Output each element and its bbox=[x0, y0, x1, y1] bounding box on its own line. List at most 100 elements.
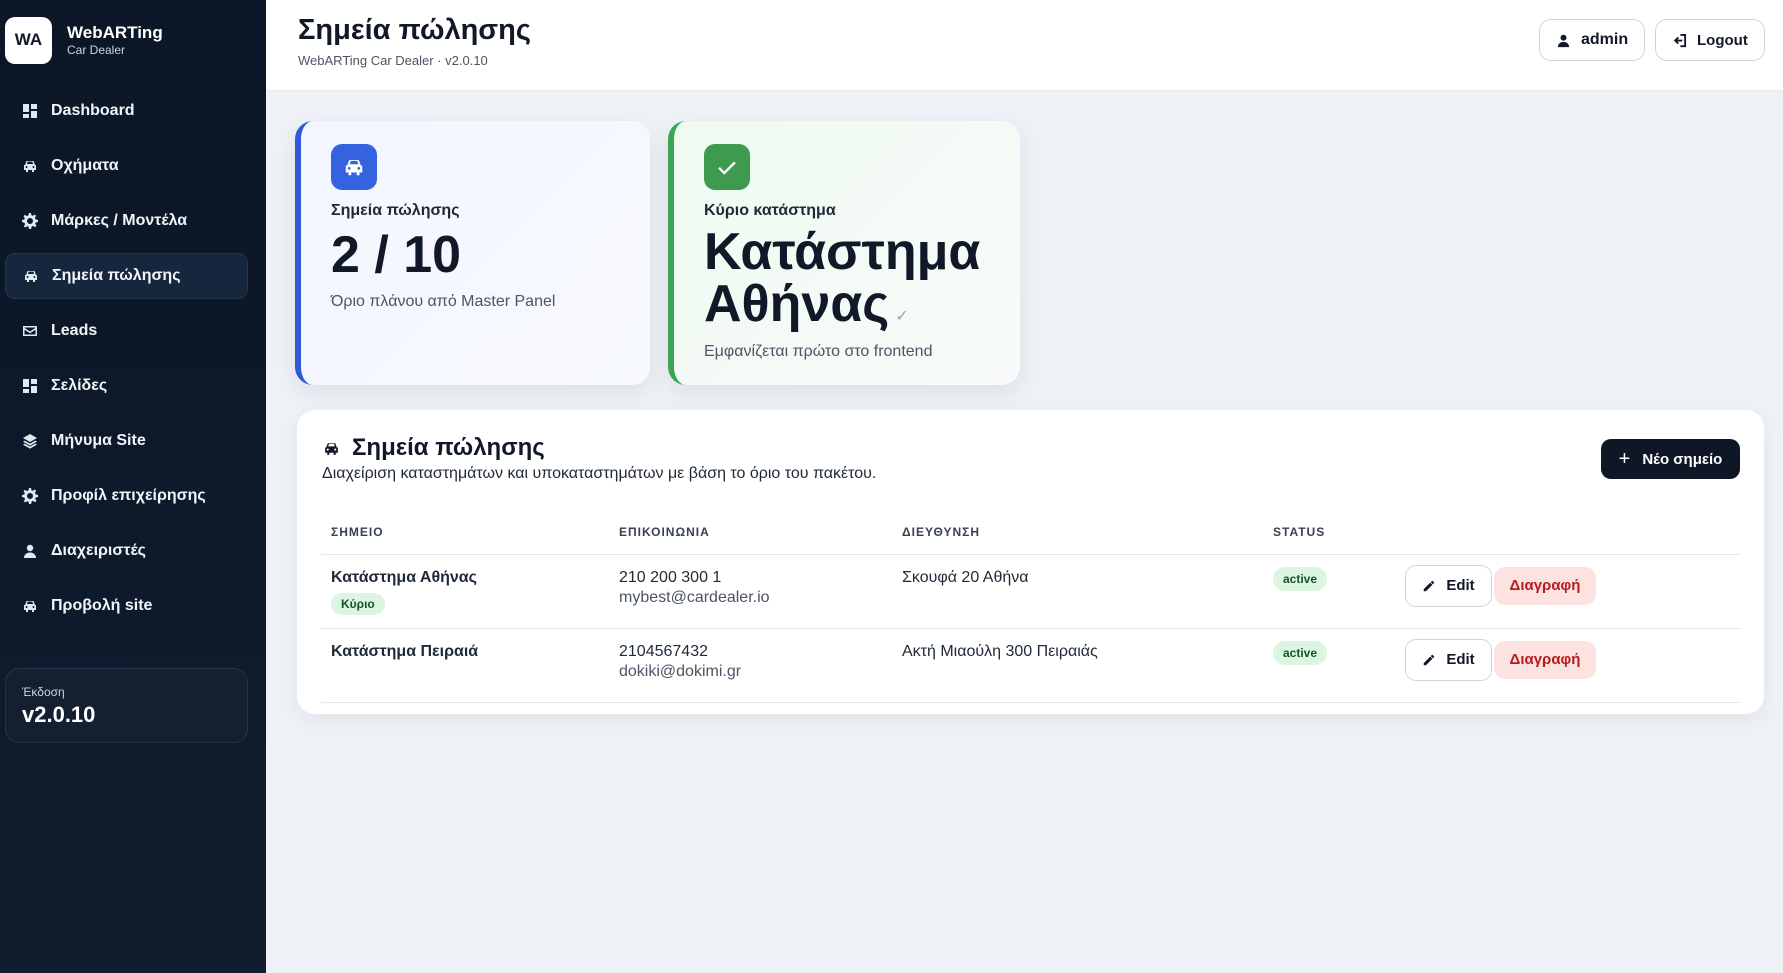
column-header-actions bbox=[1395, 510, 1740, 555]
address-cell: Ακτή Μιαούλη 300 Πειραιάς bbox=[892, 628, 1263, 703]
status-badge: active bbox=[1273, 566, 1328, 591]
stat-label: Κύριο κατάστημα bbox=[704, 202, 836, 219]
page-subtitle: WebARTing Car Dealer · v2.0.10 bbox=[298, 53, 488, 68]
sidebar-item-vehicles[interactable]: Οχήματα bbox=[5, 143, 248, 189]
point-cell: Κατάστημα Αθήνας Κύριο bbox=[321, 554, 609, 629]
edit-label: Edit bbox=[1446, 651, 1475, 668]
sidebar-item-label: Μάρκες / Μοντέλα bbox=[51, 212, 188, 229]
sidebar-item-label: Dashboard bbox=[51, 102, 135, 119]
edit-button[interactable]: Edit bbox=[1405, 638, 1492, 681]
column-header: ΕΠΙΚΟΙΝΩΝΙΑ bbox=[609, 510, 892, 555]
sidebar-item-pages[interactable]: Σελίδες bbox=[5, 363, 248, 409]
sidebar-item-label: Οχήματα bbox=[51, 157, 119, 174]
layers-icon bbox=[21, 433, 38, 450]
sidebar-item-label: Διαχειριστές bbox=[51, 542, 146, 559]
contact-cell: 2104567432 dokiki@dokimi.gr bbox=[609, 628, 892, 703]
sidebar-item-admins[interactable]: Διαχειριστές bbox=[5, 528, 248, 574]
car-icon bbox=[22, 268, 39, 285]
stat-note: Εμφανίζεται πρώτο στο frontend bbox=[704, 343, 933, 360]
status-badge: active bbox=[1273, 640, 1328, 665]
brand-text: WebARTing Car Dealer bbox=[67, 23, 163, 57]
version-box: Έκδοση v2.0.10 bbox=[5, 668, 248, 743]
brand-subtitle: Car Dealer bbox=[67, 43, 126, 57]
stat-card-main-store: Κύριο κατάστημα Κατάστημα Αθήνας ✓ Εμφανί… bbox=[668, 121, 1020, 385]
sidebar-item-dashboard[interactable]: Dashboard bbox=[5, 88, 248, 134]
page-title: Σημεία πώλησης bbox=[298, 14, 531, 46]
table-row: Κατάστημα Αθήνας Κύριο 210 200 300 1 myb… bbox=[321, 554, 1740, 629]
pencil-icon bbox=[1424, 580, 1435, 591]
sidebar-item-label: Μήνυμα Site bbox=[51, 432, 146, 449]
logout-button[interactable]: Logout bbox=[1655, 19, 1765, 61]
logout-label: Logout bbox=[1697, 31, 1748, 49]
email: mybest@cardealer.io bbox=[619, 588, 770, 606]
sidebar-item-label: Σελίδες bbox=[51, 377, 108, 394]
user-icon bbox=[21, 543, 38, 560]
brand[interactable]: WA WebARTing Car Dealer bbox=[0, 0, 266, 80]
address-cell: Σκουφά 20 Αθήνα bbox=[892, 554, 1263, 629]
phone: 210 200 300 1 bbox=[619, 568, 722, 586]
panel-description: Διαχείριση καταστημάτων και υποκαταστημά… bbox=[322, 465, 877, 482]
sidebar-item-view-site[interactable]: Προβολή site bbox=[5, 583, 248, 629]
logout-icon bbox=[1673, 33, 1687, 47]
sidebar-item-leads[interactable]: Leads bbox=[5, 308, 248, 354]
stat-note: Όριο πλάνου από Master Panel bbox=[331, 293, 556, 310]
delete-button[interactable]: Διαγραφή bbox=[1494, 566, 1596, 605]
sidebar: WA WebARTing Car Dealer Dashboard Οχήματ… bbox=[0, 0, 266, 973]
phone: 2104567432 bbox=[619, 642, 708, 660]
sidebar-item-label: Leads bbox=[51, 322, 98, 339]
sidebar-item-label: Προφίλ επιχείρησης bbox=[51, 487, 206, 504]
topbar: Σημεία πώλησης WebARTing Car Dealer · v2… bbox=[266, 0, 1783, 91]
brand-logo: WA bbox=[5, 16, 52, 64]
table-row: Κατάστημα Πειραιά 2104567432 dokiki@doki… bbox=[321, 628, 1740, 703]
main-store-name: Κατάστημα Αθήνας bbox=[704, 223, 981, 333]
panel-title: Σημεία πώλησης bbox=[323, 434, 545, 462]
delete-button[interactable]: Διαγραφή bbox=[1494, 640, 1596, 679]
sidebar-item-sales-points[interactable]: Σημεία πώλησης bbox=[5, 253, 248, 299]
table-header-row: ΣΗΜΕΙΟ ΕΠΙΚΟΙΝΩΝΙΑ ΔΙΕΥΘΥΝΣΗ STATUS bbox=[321, 510, 1740, 555]
plus-icon: + bbox=[1618, 447, 1631, 470]
point-name: Κατάστημα Αθήνας bbox=[331, 568, 477, 586]
sidebar-item-label: Προβολή site bbox=[51, 597, 153, 614]
column-header: ΔΙΕΥΘΥΝΣΗ bbox=[892, 510, 1263, 555]
new-point-label: Νέο σημείο bbox=[1642, 450, 1723, 468]
stat-value: Κατάστημα Αθήνας ✓ bbox=[704, 226, 1020, 343]
status-cell: active bbox=[1263, 628, 1395, 703]
check-icon: ✓ bbox=[895, 308, 909, 325]
car-icon bbox=[21, 598, 38, 615]
edit-label: Edit bbox=[1446, 577, 1475, 594]
user-button[interactable]: admin bbox=[1539, 19, 1646, 61]
mail-icon bbox=[21, 323, 38, 340]
point-cell: Κατάστημα Πειραιά bbox=[321, 628, 609, 703]
brand-name: WebARTing bbox=[67, 23, 163, 42]
row-actions: Edit Διαγραφή bbox=[1405, 638, 1740, 681]
main-badge: Κύριο bbox=[331, 592, 385, 615]
column-header: ΣΗΜΕΙΟ bbox=[321, 510, 609, 555]
row-actions: Edit Διαγραφή bbox=[1405, 564, 1740, 607]
new-point-button[interactable]: + Νέο σημείο bbox=[1601, 439, 1740, 479]
stat-value: 2 / 10 bbox=[331, 226, 462, 284]
gear-icon bbox=[21, 213, 38, 230]
car-icon bbox=[331, 144, 377, 190]
car-icon bbox=[325, 442, 338, 455]
user-label: admin bbox=[1581, 31, 1629, 48]
point-name: Κατάστημα Πειραιά bbox=[331, 642, 479, 660]
edit-button[interactable]: Edit bbox=[1405, 564, 1492, 607]
actions-cell: Edit Διαγραφή bbox=[1395, 554, 1740, 629]
sidebar-item-business-profile[interactable]: Προφίλ επιχείρησης bbox=[5, 473, 248, 519]
stat-card-sales-points: Σημεία πώλησης 2 / 10 Όριο πλάνου από Ma… bbox=[295, 121, 650, 385]
column-header: STATUS bbox=[1263, 510, 1395, 555]
panel-title-text: Σημεία πώλησης bbox=[352, 434, 545, 461]
sidebar-nav: Dashboard Οχήματα Μάρκες / Μοντέλα Σημεί… bbox=[0, 88, 266, 629]
dashboard-icon bbox=[21, 103, 38, 120]
version-label: Έκδοση bbox=[22, 685, 65, 699]
pencil-icon bbox=[1424, 654, 1435, 665]
email: dokiki@dokimi.gr bbox=[619, 662, 742, 680]
check-icon bbox=[704, 144, 750, 190]
user-icon bbox=[1557, 34, 1570, 47]
sidebar-item-site-message[interactable]: Μήνυμα Site bbox=[5, 418, 248, 464]
actions-cell: Edit Διαγραφή bbox=[1395, 628, 1740, 703]
sales-points-table: ΣΗΜΕΙΟ ΕΠΙΚΟΙΝΩΝΙΑ ΔΙΕΥΘΥΝΣΗ STATUS Κατά… bbox=[321, 510, 1740, 703]
stat-label: Σημεία πώλησης bbox=[331, 202, 460, 219]
sidebar-item-brands-models[interactable]: Μάρκες / Μοντέλα bbox=[5, 198, 248, 244]
gear-icon bbox=[21, 488, 38, 505]
